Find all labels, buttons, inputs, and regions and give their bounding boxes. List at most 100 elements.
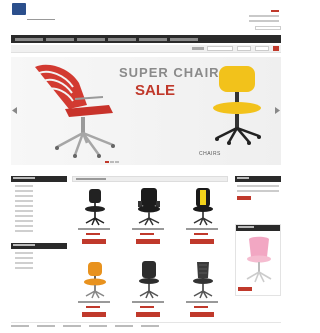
- product-card[interactable]: [72, 258, 120, 328]
- category-link[interactable]: [15, 185, 33, 187]
- category-link[interactable]: [15, 190, 33, 192]
- filter-select-1[interactable]: [207, 46, 233, 51]
- header-link-2[interactable]: [249, 20, 279, 22]
- category-link[interactable]: [15, 210, 33, 212]
- logo[interactable]: [12, 3, 56, 29]
- footer-link[interactable]: [63, 325, 81, 327]
- header-link-1[interactable]: [249, 15, 279, 17]
- featured-view-button[interactable]: [238, 287, 252, 291]
- banner-sale-text: SALE: [135, 82, 176, 99]
- footer-link[interactable]: [37, 325, 55, 327]
- add-to-cart-button[interactable]: [82, 239, 106, 244]
- cart-line: [237, 185, 279, 187]
- info-link[interactable]: [15, 262, 33, 264]
- nav-item-5[interactable]: [139, 37, 167, 41]
- category-link[interactable]: [15, 225, 33, 227]
- product-section: [72, 176, 228, 328]
- office-chair-icon: [139, 261, 159, 299]
- executive-chair-icon: [138, 188, 160, 226]
- left-sidebar: [11, 176, 67, 272]
- cart-title: [237, 177, 249, 179]
- filter-select-3[interactable]: [255, 46, 269, 51]
- category-link[interactable]: [15, 195, 33, 197]
- info-title: [13, 244, 35, 246]
- product-name[interactable]: [186, 301, 218, 303]
- featured-header: [236, 225, 280, 231]
- add-to-cart-button[interactable]: [190, 239, 214, 244]
- footer: [11, 322, 281, 327]
- product-grid: [72, 185, 228, 328]
- add-to-cart-button[interactable]: [136, 312, 160, 317]
- footer-link[interactable]: [141, 325, 159, 327]
- section-header: [72, 176, 228, 182]
- carousel-dot-3[interactable]: [115, 161, 119, 163]
- footer-link[interactable]: [89, 325, 107, 327]
- category-link[interactable]: [15, 230, 33, 232]
- product-price: [86, 306, 100, 308]
- cart-line: [237, 190, 279, 192]
- info-header: [11, 243, 67, 249]
- product-name[interactable]: [132, 301, 164, 303]
- header-link-account[interactable]: [271, 10, 279, 12]
- checkout-button[interactable]: [237, 196, 251, 200]
- product-price: [140, 306, 154, 308]
- add-to-cart-button[interactable]: [82, 312, 106, 317]
- pink-chair-icon: [246, 236, 272, 283]
- carousel-dots: [105, 161, 119, 163]
- search-input[interactable]: [255, 26, 281, 30]
- logo-mark: [12, 3, 26, 15]
- nav-item-6[interactable]: [170, 37, 198, 41]
- product-name[interactable]: [186, 228, 218, 230]
- logo-divider: [27, 19, 55, 20]
- banner-next-icon[interactable]: [275, 107, 280, 114]
- product-card[interactable]: [180, 258, 228, 328]
- filter-bar: [11, 45, 281, 53]
- task-chair-icon: [85, 189, 105, 226]
- orange-chair-icon: [84, 262, 106, 299]
- right-sidebar: [235, 176, 281, 296]
- cart-header: [235, 176, 281, 182]
- section-title: [76, 178, 106, 180]
- product-card[interactable]: [180, 185, 228, 255]
- info-link[interactable]: [15, 257, 33, 259]
- product-name[interactable]: [78, 228, 110, 230]
- yellow-chair-image: [213, 66, 261, 145]
- category-link[interactable]: [15, 215, 33, 217]
- featured-product[interactable]: [235, 224, 281, 296]
- featured-title: [238, 226, 254, 228]
- carousel-dot-1[interactable]: [105, 161, 109, 163]
- product-card[interactable]: [126, 185, 174, 255]
- hero-banner: SUPER CHAIR SALE CHAIRS: [11, 57, 281, 165]
- racing-chair-icon: [193, 188, 213, 226]
- product-price: [194, 306, 208, 308]
- footer-link[interactable]: [11, 325, 29, 327]
- add-to-cart-button[interactable]: [190, 312, 214, 317]
- main-navigation: [11, 35, 281, 43]
- category-link[interactable]: [15, 200, 33, 202]
- header-links: [249, 10, 279, 25]
- product-name[interactable]: [132, 228, 164, 230]
- filter-go-button[interactable]: [273, 46, 279, 51]
- product-card[interactable]: [126, 258, 174, 328]
- nav-item-4[interactable]: [108, 37, 136, 41]
- categories-header: [11, 176, 67, 182]
- category-link[interactable]: [15, 205, 33, 207]
- filter-label: [192, 47, 204, 50]
- category-link[interactable]: [15, 220, 33, 222]
- mesh-chair-icon: [193, 262, 213, 299]
- red-recliner-chair-image: [35, 64, 115, 158]
- categories-title: [13, 177, 35, 179]
- info-link[interactable]: [15, 267, 33, 269]
- nav-item-2[interactable]: [46, 37, 74, 41]
- carousel-dot-2[interactable]: [110, 161, 114, 163]
- nav-item-1[interactable]: [15, 37, 43, 41]
- product-name[interactable]: [78, 301, 110, 303]
- nav-item-3[interactable]: [77, 37, 105, 41]
- product-price: [86, 233, 100, 235]
- footer-link[interactable]: [115, 325, 133, 327]
- product-card[interactable]: [72, 185, 120, 255]
- info-link[interactable]: [15, 252, 33, 254]
- filter-select-2[interactable]: [237, 46, 251, 51]
- add-to-cart-button[interactable]: [136, 239, 160, 244]
- banner-caption: CHAIRS: [199, 151, 221, 157]
